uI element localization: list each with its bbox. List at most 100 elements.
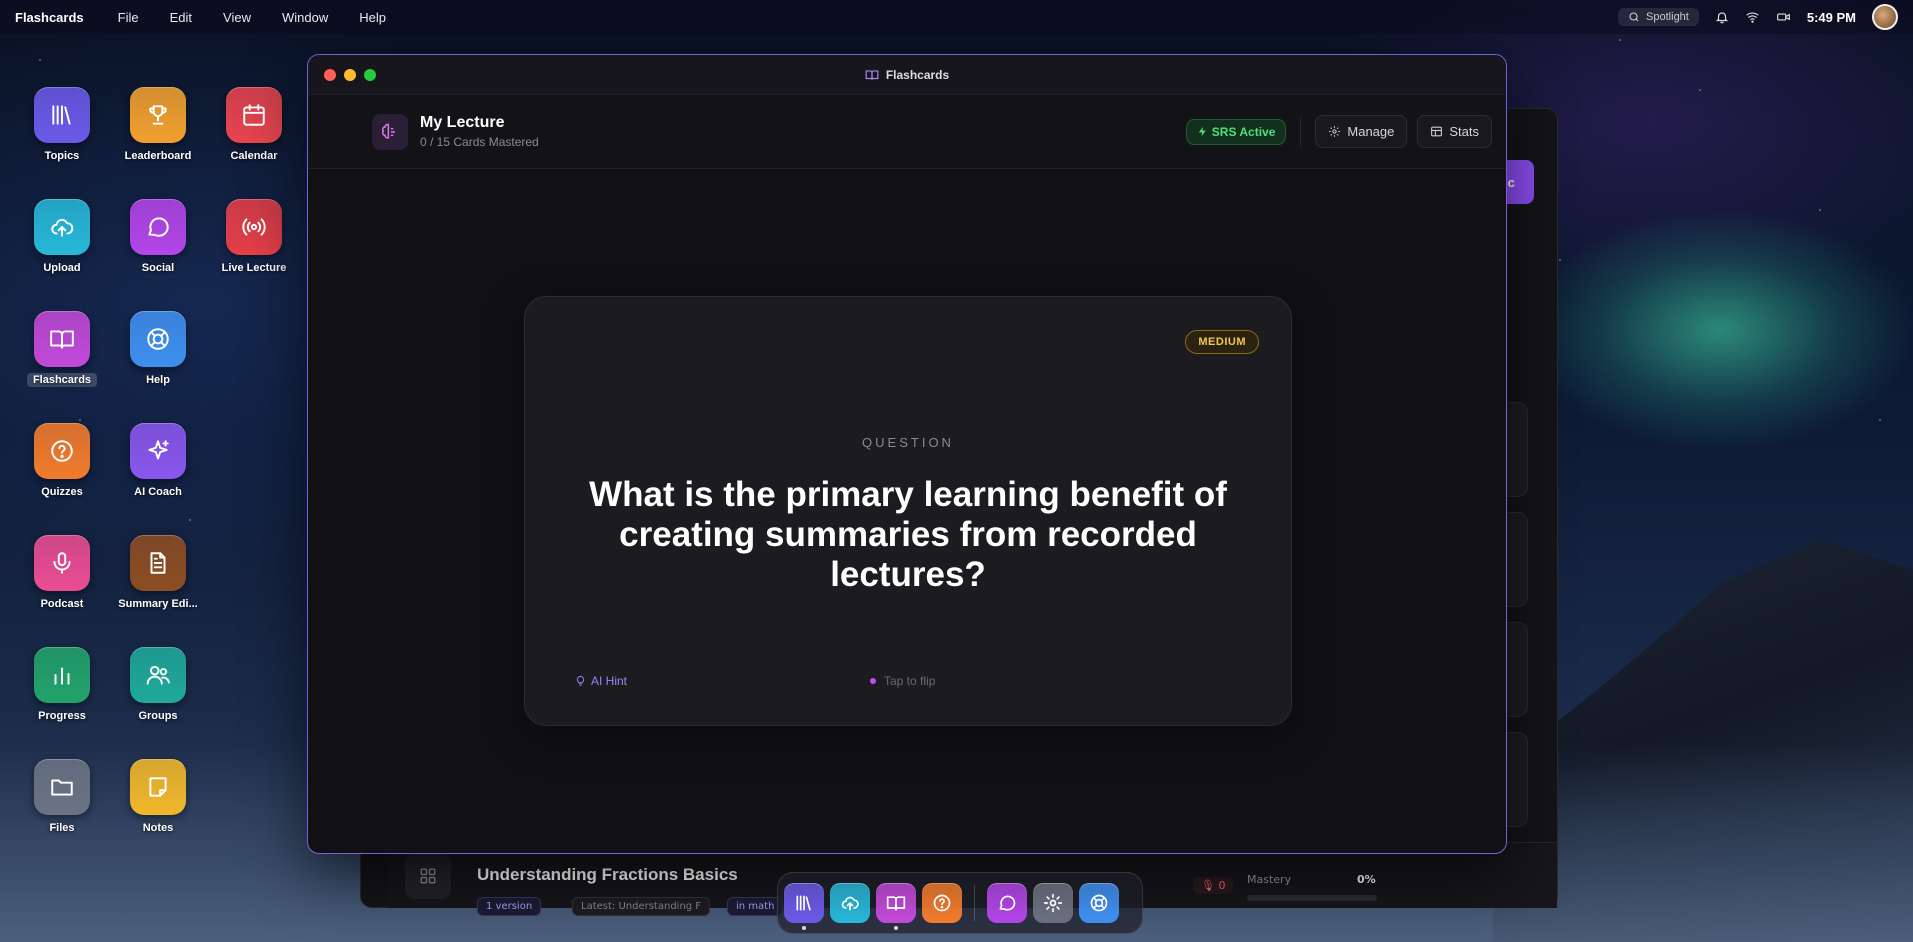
- desktop-icon-tile[interactable]: [34, 199, 90, 255]
- topic-chip: Latest: Understanding F: [572, 897, 711, 916]
- desktop-icon-quizzes[interactable]: Quizzes: [17, 423, 107, 499]
- stats-button[interactable]: Stats: [1417, 115, 1492, 148]
- desktop-icon-label: Live Lecture: [221, 262, 287, 274]
- desktop-icon-podcast[interactable]: Podcast: [17, 535, 107, 611]
- spotlight-label: Spotlight: [1646, 11, 1689, 23]
- desktop-icon-progress[interactable]: Progress: [17, 647, 107, 723]
- avatar[interactable]: [1872, 4, 1898, 30]
- dock-item-gear[interactable]: [1033, 883, 1073, 923]
- lightbulb-icon: [576, 675, 585, 687]
- desktop-icon-flashcards[interactable]: Flashcards: [17, 311, 107, 387]
- desktop-icon-live-lecture[interactable]: Live Lecture: [209, 199, 299, 275]
- desktop-icon-tile[interactable]: [34, 759, 90, 815]
- grid-icon: [420, 868, 436, 883]
- desktop-icon-label: Notes: [142, 822, 174, 834]
- menu-file[interactable]: File: [118, 10, 139, 25]
- dock-item-upload-cloud[interactable]: [830, 883, 870, 923]
- topic-chip: 1 version: [477, 897, 542, 916]
- book-open-icon: [886, 896, 906, 911]
- menu-app-name[interactable]: Flashcards: [15, 10, 84, 25]
- lightning-icon: [1198, 126, 1206, 137]
- wifi-icon[interactable]: [1745, 10, 1760, 24]
- topic-row-title: Understanding Fractions Basics: [477, 865, 738, 884]
- desktop-icon-calendar[interactable]: Calendar: [209, 87, 299, 163]
- ai-hint-label: AI Hint: [591, 674, 628, 688]
- desktop-icon-label: AI Coach: [134, 486, 182, 498]
- bell-icon[interactable]: [1715, 10, 1729, 24]
- desktop-icon-help[interactable]: Help: [113, 311, 203, 387]
- calendar-icon: [243, 104, 265, 126]
- flashcard[interactable]: MEDIUM QUESTION What is the primary lear…: [524, 296, 1292, 726]
- lifebuoy-icon: [1090, 894, 1108, 912]
- desktop-icon-tile[interactable]: [130, 199, 186, 255]
- desktop-icon-label: Files: [49, 822, 75, 834]
- stats-button-label: Stats: [1449, 124, 1479, 139]
- mastery-label: Mastery: [1247, 873, 1292, 886]
- desktop-icon-upload[interactable]: Upload: [17, 199, 107, 275]
- dock-item-question-circle[interactable]: [922, 883, 962, 923]
- desktop-icon-tile[interactable]: [34, 311, 90, 367]
- menu-edit[interactable]: Edit: [170, 10, 192, 25]
- chat-bubble-icon: [148, 217, 169, 237]
- book-open-icon: [50, 330, 74, 349]
- menu-clock: 5:49 PM: [1806, 9, 1856, 25]
- dock: [777, 872, 1143, 934]
- flip-dot-icon: [870, 678, 876, 684]
- document-icon: [150, 552, 166, 574]
- desktop-icon-files[interactable]: Files: [17, 759, 107, 835]
- menu-help[interactable]: Help: [359, 10, 386, 25]
- desktop-icon-tile[interactable]: [130, 759, 186, 815]
- desktop-icon-summary-edi[interactable]: Summary Edi...: [113, 535, 203, 611]
- desktop-icon-topics[interactable]: Topics: [17, 87, 107, 163]
- desktop-icon-tile[interactable]: [34, 647, 90, 703]
- difficulty-badge: MEDIUM: [1185, 330, 1259, 354]
- menu-view[interactable]: View: [223, 10, 251, 25]
- desktop-icon-groups[interactable]: Groups: [113, 647, 203, 723]
- manage-button-label: Manage: [1347, 124, 1395, 139]
- dock-item-book-open[interactable]: [876, 883, 916, 930]
- tap-to-flip-hint: Tap to flip: [870, 674, 935, 688]
- mastery-value: 0%: [1357, 873, 1376, 886]
- search-icon: [1629, 12, 1639, 22]
- desktop-icon-tile[interactable]: [130, 535, 186, 591]
- question-circle-icon: [51, 440, 73, 462]
- desktop-icon-social[interactable]: Social: [113, 199, 203, 275]
- users-icon: [146, 665, 170, 685]
- brain-icon: [381, 123, 395, 139]
- manage-button[interactable]: Manage: [1315, 115, 1408, 148]
- dock-item-library[interactable]: [784, 883, 824, 930]
- grid-button[interactable]: [405, 852, 451, 899]
- desktop-icon-tile[interactable]: [226, 87, 282, 143]
- window-title-text: Flashcards: [885, 67, 950, 82]
- table-icon: [1431, 126, 1443, 137]
- tap-to-flip-label: Tap to flip: [884, 674, 936, 688]
- desktop-icon-tile[interactable]: [34, 423, 90, 479]
- desktop-icon-ai-coach[interactable]: AI Coach: [113, 423, 203, 499]
- ai-hint-button[interactable]: AI Hint: [575, 674, 627, 688]
- dock-separator: [974, 885, 975, 921]
- menu-window[interactable]: Window: [282, 10, 328, 25]
- spotlight-button[interactable]: Spotlight: [1618, 8, 1699, 26]
- chat-bubble-icon: [999, 895, 1016, 911]
- card-question: What is the primary learning benefit of …: [589, 475, 1227, 594]
- desktop-icon-label: Calendar: [230, 150, 278, 162]
- desktop-icon-notes[interactable]: Notes: [113, 759, 203, 835]
- note-icon: [149, 777, 167, 797]
- desktop-icon-tile[interactable]: [130, 311, 186, 367]
- desktop-icon-tile[interactable]: [130, 87, 186, 143]
- window-title: Flashcards: [308, 68, 1506, 82]
- library-icon: [52, 105, 71, 125]
- dock-item-chat-bubble[interactable]: [987, 883, 1027, 923]
- window-titlebar[interactable]: Flashcards: [308, 55, 1506, 95]
- dock-item-lifebuoy[interactable]: [1079, 883, 1119, 923]
- desktop-icon-label: Quizzes: [41, 486, 83, 498]
- camera-icon[interactable]: [1776, 10, 1791, 24]
- desktop-icon-tile[interactable]: [34, 535, 90, 591]
- desktop-icon-tile[interactable]: [34, 87, 90, 143]
- desktop-icon-tile[interactable]: [226, 199, 282, 255]
- desktop-icon-tile[interactable]: [130, 647, 186, 703]
- desktop-icon-label: Podcast: [40, 598, 84, 610]
- desktop-icon-leaderboard[interactable]: Leaderboard: [113, 87, 203, 163]
- desktop-icon-tile[interactable]: [130, 423, 186, 479]
- desktop-icon-label: Topics: [44, 150, 80, 162]
